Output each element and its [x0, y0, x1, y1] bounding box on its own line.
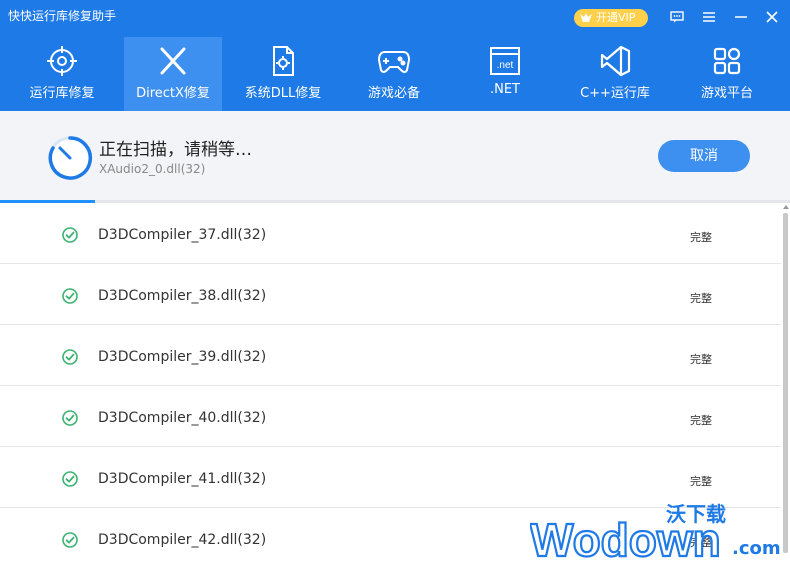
- dll-file-name: D3DCompiler_37.dll(32): [98, 227, 267, 243]
- dll-status: 完整: [690, 414, 712, 427]
- dotnet-icon: .net: [488, 44, 522, 78]
- tab-game-essentials[interactable]: 游戏必备: [344, 37, 444, 111]
- svg-text:.net: .net: [497, 60, 514, 71]
- menu-icon[interactable]: [698, 6, 720, 28]
- dll-status: 完整: [690, 353, 712, 366]
- list-item: D3DCompiler_40.dll(32) 完整: [0, 386, 781, 447]
- app-header: 快快运行库修复助手 开通VIP 运行库修复 DirectX修复 系统DLL修复 …: [0, 0, 790, 111]
- dll-file-name: D3DCompiler_39.dll(32): [98, 349, 267, 365]
- list-item: D3DCompiler_37.dll(32) 完整: [0, 203, 781, 264]
- main-tabs: 运行库修复 DirectX修复 系统DLL修复 游戏必备 .net .NET C…: [0, 37, 790, 111]
- list-item: D3DCompiler_39.dll(32) 完整: [0, 325, 781, 386]
- tab-game-platform[interactable]: 游戏平台: [664, 37, 790, 111]
- scan-current-file: XAudio2_0.dll(32): [99, 162, 206, 176]
- watermark-suffix: .com: [732, 538, 781, 559]
- check-circle-icon: [62, 349, 78, 365]
- tab-label: 游戏必备: [367, 86, 420, 101]
- grid-icon: [710, 44, 744, 78]
- scroll-thumb[interactable]: [783, 213, 788, 553]
- tab-dotnet[interactable]: .net .NET: [444, 37, 566, 111]
- check-circle-icon: [62, 532, 78, 548]
- scan-panel: 正在扫描，请稍等… XAudio2_0.dll(32) 取消: [0, 111, 790, 203]
- scan-status-title: 正在扫描，请稍等…: [99, 140, 252, 160]
- close-icon[interactable]: [761, 6, 783, 28]
- check-circle-icon: [62, 410, 78, 426]
- dll-status: 完整: [690, 231, 712, 244]
- dll-file-icon: [266, 44, 300, 78]
- dll-file-name: D3DCompiler_42.dll(32): [98, 532, 267, 548]
- tab-label: 运行库修复: [29, 86, 95, 101]
- check-circle-icon: [62, 471, 78, 487]
- dll-status: 完整: [690, 475, 712, 488]
- tab-label: 系统DLL修复: [244, 86, 322, 101]
- tab-label: C++运行库: [580, 86, 650, 101]
- check-circle-icon: [62, 227, 78, 243]
- tab-cpp-runtime[interactable]: C++运行库: [566, 37, 664, 111]
- tab-label: 游戏平台: [700, 86, 753, 101]
- tab-system-dll-repair[interactable]: 系统DLL修复: [222, 37, 344, 111]
- dll-file-name: D3DCompiler_40.dll(32): [98, 410, 267, 426]
- list-item: D3DCompiler_41.dll(32) 完整: [0, 447, 781, 508]
- vip-button[interactable]: 开通VIP: [574, 9, 648, 27]
- dll-status: 完整: [690, 292, 712, 305]
- tab-directx-repair[interactable]: DirectX修复: [124, 37, 222, 111]
- gamepad-icon: [377, 44, 411, 78]
- scan-spinner-icon: [48, 136, 93, 180]
- check-circle-icon: [62, 288, 78, 304]
- tab-label: .NET: [489, 82, 520, 97]
- minimize-icon[interactable]: [730, 6, 752, 28]
- tab-runtime-repair[interactable]: 运行库修复: [0, 37, 124, 111]
- tab-label: DirectX修复: [136, 86, 210, 101]
- dll-file-name: D3DCompiler_38.dll(32): [98, 288, 267, 304]
- app-title: 快快运行库修复助手: [8, 9, 117, 23]
- vip-label: 开通VIP: [596, 11, 636, 24]
- target-icon: [45, 44, 79, 78]
- scroll-up-arrow-icon[interactable]: [783, 205, 789, 209]
- cancel-button[interactable]: 取消: [658, 140, 750, 172]
- dll-file-name: D3DCompiler_41.dll(32): [98, 471, 267, 487]
- vip-crown-icon: [580, 13, 592, 22]
- feedback-icon[interactable]: [666, 6, 688, 28]
- watermark-title: 沃下载: [666, 502, 726, 526]
- list-item: D3DCompiler_38.dll(32) 完整: [0, 264, 781, 325]
- visual-studio-icon: [598, 44, 632, 78]
- directx-icon: [156, 44, 190, 78]
